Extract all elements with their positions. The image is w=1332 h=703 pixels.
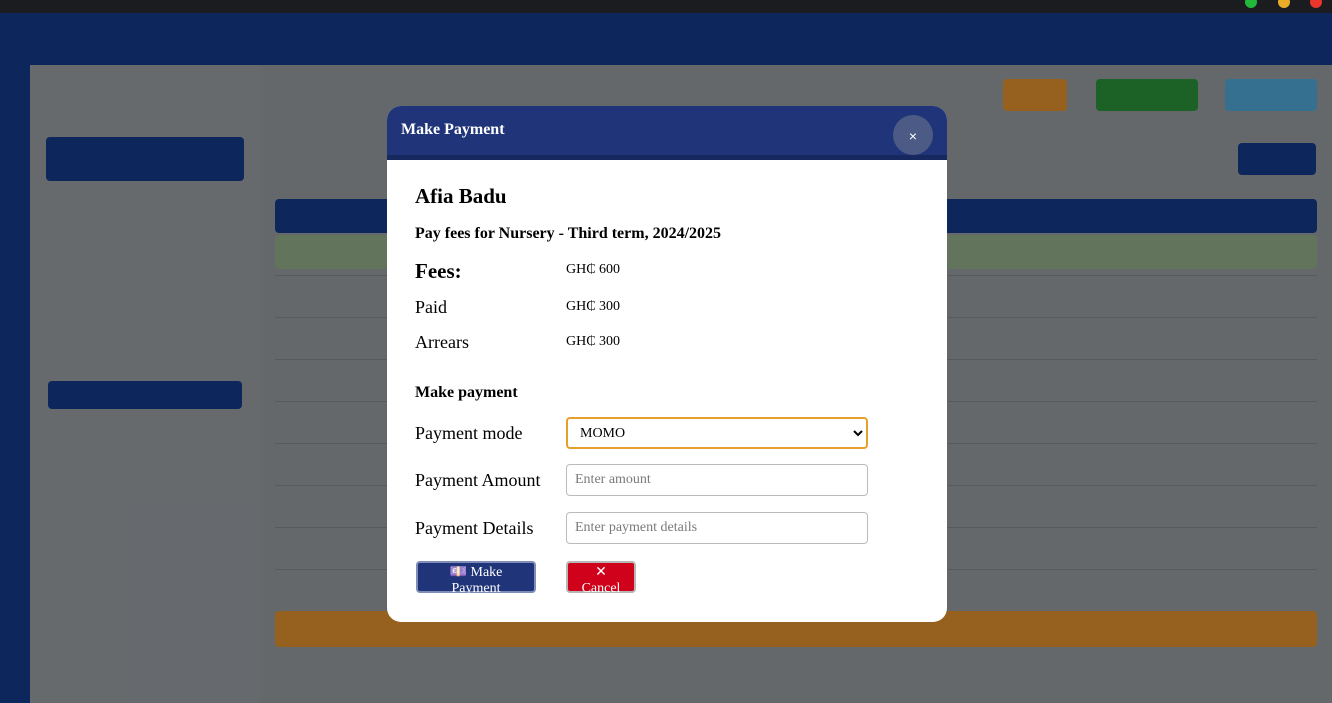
modal-header: Make Payment × xyxy=(387,106,947,160)
modal-title: Make Payment xyxy=(401,121,505,138)
fees-value: GH₵ 600 xyxy=(566,262,621,277)
term-description: Pay fees for Nursery - Third term, 2024/… xyxy=(415,225,722,242)
payment-amount-input[interactable] xyxy=(566,464,868,496)
paid-label: Paid xyxy=(415,297,448,317)
payment-details-input[interactable] xyxy=(566,512,868,544)
fees-label: Fees: xyxy=(415,259,462,283)
student-name: Afia Badu xyxy=(415,184,507,208)
make-payment-button[interactable]: 💷 Make Payment xyxy=(416,561,536,596)
payment-amount-label: Payment Amount xyxy=(415,470,541,490)
make-payment-section-title: Make payment xyxy=(415,384,518,401)
paid-value: GH₵ 300 xyxy=(566,299,621,314)
cancel-button-label: Cancel xyxy=(581,581,621,596)
arrears-value: GH₵ 300 xyxy=(566,334,621,349)
close-modal-button[interactable]: × xyxy=(893,115,933,155)
arrears-label: Arrears xyxy=(415,332,469,352)
payment-mode-label: Payment mode xyxy=(415,423,523,443)
close-icon: ✕ xyxy=(595,565,607,580)
make-payment-modal: Make Payment × Afia Badu Pay fees for Nu… xyxy=(387,106,947,622)
payment-details-label: Payment Details xyxy=(415,518,534,538)
money-icon: 💷 xyxy=(449,565,468,580)
cancel-button[interactable]: ✕ Cancel xyxy=(566,561,636,596)
payment-mode-select[interactable]: MOMO xyxy=(566,417,868,449)
